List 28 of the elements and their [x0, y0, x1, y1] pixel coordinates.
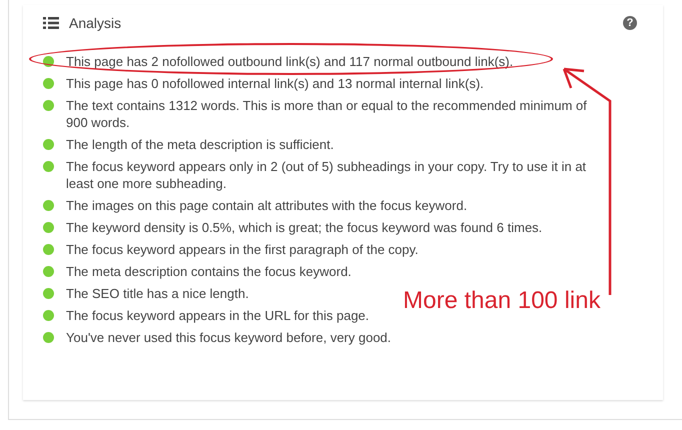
status-dot — [43, 100, 54, 111]
status-dot — [43, 139, 54, 150]
status-dot — [43, 244, 54, 255]
analysis-text: The focus keyword appears in the first paragraph of the copy. — [66, 241, 418, 258]
list-icon — [43, 17, 59, 29]
analysis-text: This page has 0 nofollowed internal link(s) and 13 normal internal link(s). — [66, 75, 484, 92]
analysis-text: The focus keyword appears in the URL for this page. — [66, 307, 370, 324]
analysis-text: The meta description contains the focus keyword. — [66, 263, 352, 280]
analysis-text: You've never used this focus keyword before, very good. — [66, 329, 392, 346]
status-dot — [43, 161, 54, 172]
analysis-text: The SEO title has a nice length. — [66, 285, 249, 302]
help-icon[interactable]: ? — [623, 16, 637, 30]
status-dot — [43, 56, 54, 67]
analysis-text: The focus keyword appears only in 2 (out of 5) subheadings in your copy. Try to use it in at least one more subheading. — [66, 158, 588, 192]
status-dot — [43, 222, 54, 233]
annotation-label: More than 100 link — [403, 287, 600, 315]
analysis-text: The length of the meta description is sufficient. — [66, 136, 334, 153]
status-dot — [43, 332, 54, 343]
status-dot — [43, 310, 54, 321]
analysis-text: The images on this page contain alt attributes with the focus keyword. — [66, 197, 468, 214]
status-dot — [43, 200, 54, 211]
panel-title: Analysis — [69, 15, 122, 31]
status-dot — [43, 288, 54, 299]
status-dot — [43, 266, 54, 277]
analysis-text: The text contains 1312 words. This is more than or equal to the recommended minimum of 900 words. — [66, 97, 588, 131]
status-dot — [43, 78, 54, 89]
analysis-text: The keyword density is 0.5%, which is great; the focus keyword was found 6 times. — [66, 219, 542, 236]
analysis-text: This page has 2 nofollowed outbound link(s) and 117 normal outbound link(s). — [66, 53, 514, 70]
